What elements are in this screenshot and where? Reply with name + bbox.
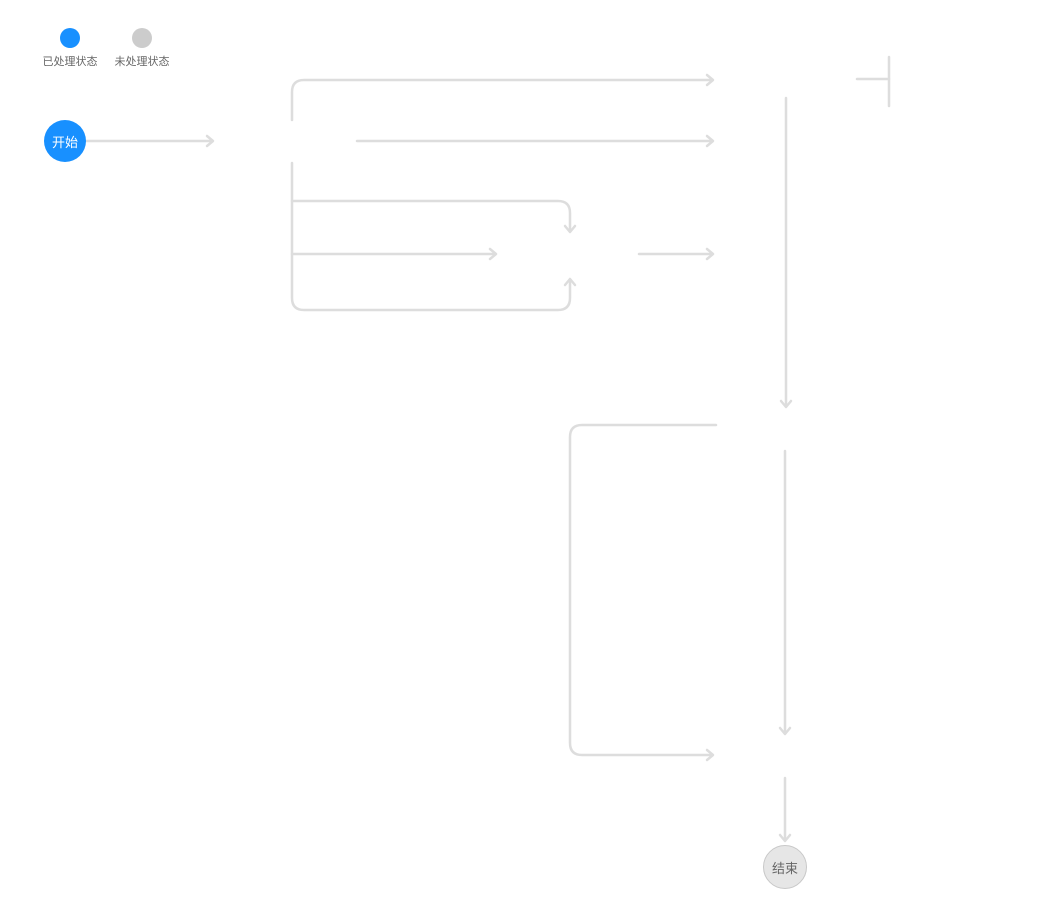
connector-trunk-to-merge-upper [290, 199, 572, 232]
legend-processed-label: 已处理状态 [42, 55, 98, 68]
legend-processed: 已处理状态 [38, 28, 102, 69]
flow-diagram-canvas [84, 55, 891, 843]
legend-unprocessed-label: 未处理状态 [114, 55, 170, 68]
unprocessed-dot-icon [132, 28, 152, 48]
processed-dot-icon [60, 28, 80, 48]
start-node[interactable]: 开始 [44, 120, 86, 162]
connector-step1-trunk [290, 161, 572, 312]
end-node[interactable]: 结束 [763, 845, 807, 889]
connector-loop-back [568, 423, 718, 757]
legend-unprocessed: 未处理状态 [110, 28, 174, 69]
connector-step1-to-branch-top [290, 78, 714, 122]
